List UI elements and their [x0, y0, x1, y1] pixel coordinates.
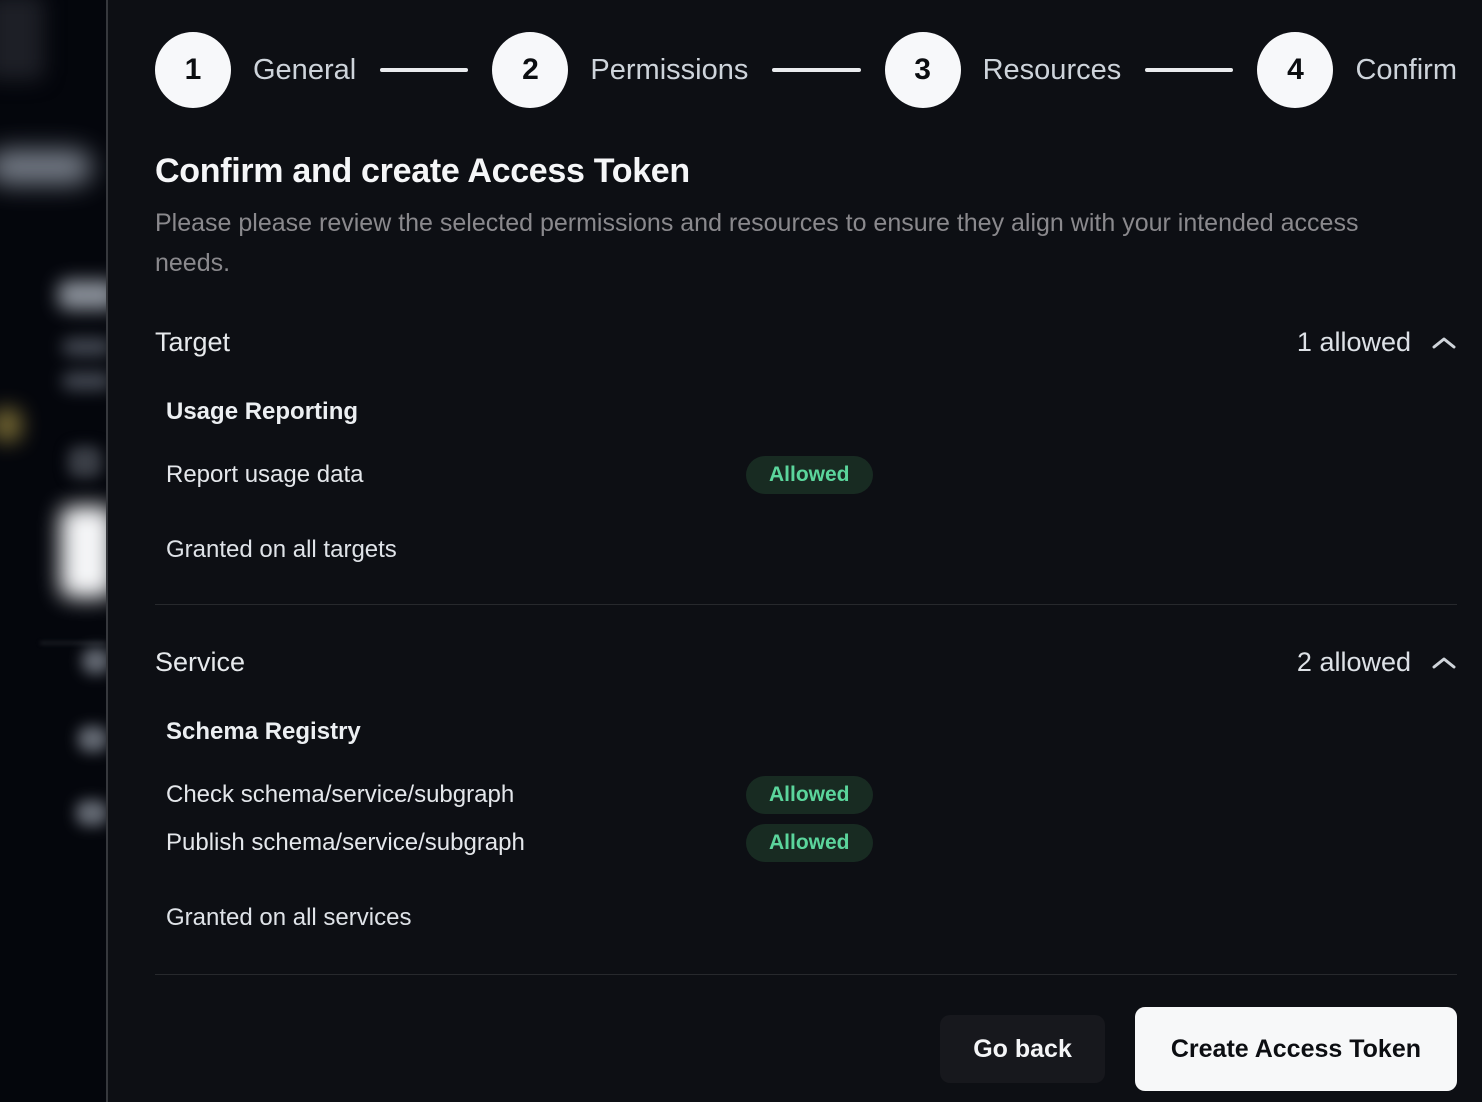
- create-access-token-button[interactable]: Create Access Token: [1135, 1007, 1457, 1091]
- blurred-list-item: [78, 726, 106, 752]
- blurred-logo: [0, 0, 44, 80]
- permission-row: Publish schema/service/subgraph Allowed: [166, 824, 1457, 862]
- permission-group-title: Schema Registry: [166, 718, 1457, 746]
- granted-note: Granted on all services: [166, 904, 1457, 932]
- blurred-body-text: [62, 338, 106, 356]
- section-target: Target 1 allowed Usage Reporting Report …: [155, 327, 1457, 564]
- step-label: Resources: [983, 54, 1122, 87]
- permission-name: Publish schema/service/subgraph: [166, 829, 746, 857]
- modal-footer: Go back Create Access Token: [155, 1007, 1457, 1091]
- background-page-blurred: [0, 0, 106, 1102]
- chevron-up-icon: [1431, 655, 1457, 671]
- section-target-collapse-toggle[interactable]: 1 allowed: [1297, 327, 1457, 358]
- blurred-divider: [40, 642, 106, 644]
- step-connector: [1145, 68, 1233, 72]
- allowed-count: 2 allowed: [1297, 647, 1411, 678]
- go-back-button[interactable]: Go back: [940, 1015, 1105, 1083]
- step-confirm[interactable]: 4 Confirm: [1257, 32, 1457, 108]
- page-title: Confirm and create Access Token: [155, 152, 1457, 191]
- wizard-stepper: 1 General 2 Permissions 3 Resources 4 Co…: [155, 32, 1457, 108]
- page-subtitle: Please please review the selected permis…: [155, 203, 1395, 283]
- section-target-header: Target 1 allowed: [155, 327, 1457, 358]
- chevron-up-icon: [1431, 335, 1457, 351]
- step-permissions[interactable]: 2 Permissions: [492, 32, 748, 108]
- blurred-nav-item: [0, 150, 92, 184]
- allowed-count: 1 allowed: [1297, 327, 1411, 358]
- allowed-status-badge: Allowed: [746, 776, 873, 814]
- footer-divider: [155, 974, 1457, 975]
- permission-name: Report usage data: [166, 461, 746, 489]
- section-service-collapse-toggle[interactable]: 2 allowed: [1297, 647, 1457, 678]
- step-label: Confirm: [1355, 54, 1457, 87]
- section-divider: [155, 604, 1457, 605]
- granted-note: Granted on all targets: [166, 536, 1457, 564]
- section-target-body: Usage Reporting Report usage data Allowe…: [155, 398, 1457, 564]
- step-number-badge: 3: [885, 32, 961, 108]
- section-service-body: Schema Registry Check schema/service/sub…: [155, 718, 1457, 932]
- step-label: General: [253, 54, 356, 87]
- blurred-body-text: [62, 372, 106, 390]
- allowed-status-badge: Allowed: [746, 824, 873, 862]
- blurred-accent-shape: [0, 408, 22, 442]
- blurred-heading-text: [58, 280, 106, 310]
- permission-name: Check schema/service/subgraph: [166, 781, 746, 809]
- permission-row: Check schema/service/subgraph Allowed: [166, 776, 1457, 814]
- step-number-badge: 1: [155, 32, 231, 108]
- step-general[interactable]: 1 General: [155, 32, 356, 108]
- step-resources[interactable]: 3 Resources: [885, 32, 1122, 108]
- permission-row: Report usage data Allowed: [166, 456, 1457, 494]
- blurred-list-item: [76, 800, 106, 826]
- blurred-list-item: [82, 648, 106, 674]
- allowed-status-badge: Allowed: [746, 456, 873, 494]
- create-access-token-modal: 1 General 2 Permissions 3 Resources 4 Co…: [106, 0, 1482, 1102]
- step-connector: [772, 68, 860, 72]
- step-connector: [380, 68, 468, 72]
- section-service-header: Service 2 allowed: [155, 647, 1457, 678]
- section-service: Service 2 allowed Schema Registry Check …: [155, 647, 1457, 932]
- step-label: Permissions: [590, 54, 748, 87]
- step-number-badge: 2: [492, 32, 568, 108]
- blurred-white-card: [60, 506, 106, 598]
- section-title: Target: [155, 327, 230, 358]
- step-number-badge: 4: [1257, 32, 1333, 108]
- permission-group-title: Usage Reporting: [166, 398, 1457, 426]
- blurred-icon: [68, 446, 102, 478]
- section-title: Service: [155, 647, 245, 678]
